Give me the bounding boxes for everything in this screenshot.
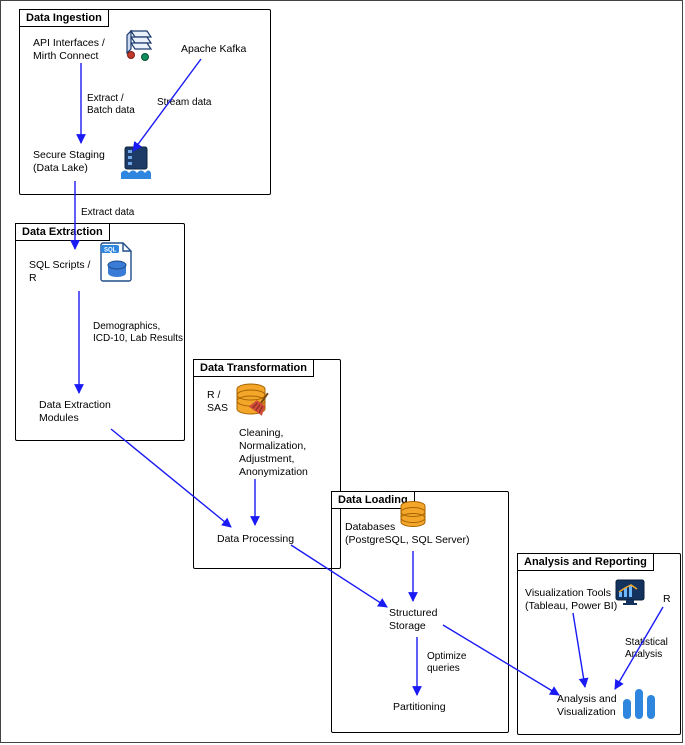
edge-label-extract-data: Extract data (81, 207, 134, 219)
network-stack-icon (121, 27, 157, 66)
edge-label-statistical-analysis: Statistical Analysis (625, 637, 668, 661)
edge-label-optimize-queries: Optimize queries (427, 651, 466, 675)
database-icon (399, 501, 427, 534)
node-partitioning: Partitioning (393, 701, 446, 714)
node-apache-kafka: Apache Kafka (181, 43, 246, 56)
node-r: R (663, 593, 671, 606)
node-api-interfaces: API Interfaces / Mirth Connect (33, 37, 105, 63)
sql-file-icon: SQL (99, 241, 137, 286)
node-structured-storage: Structured Storage (389, 607, 437, 633)
dashboard-chart-icon (615, 579, 645, 610)
edge-label-stream-data: Stream data (157, 97, 211, 109)
group-title: Data Transformation (193, 359, 314, 377)
node-analysis-visualization: Analysis and Visualization (557, 693, 617, 719)
svg-text:SQL: SQL (104, 248, 117, 254)
group-title: Analysis and Reporting (517, 553, 654, 571)
node-secure-staging: Secure Staging (Data Lake) (33, 149, 105, 175)
node-visualization-tools: Visualization Tools (Tableau, Power BI) (525, 587, 617, 613)
group-title: Data Ingestion (19, 9, 109, 27)
server-datalake-icon (119, 145, 153, 184)
edge-label-extract-batch: Extract / Batch data (87, 93, 135, 117)
node-data-processing: Data Processing (217, 533, 294, 546)
database-cleaning-icon (233, 381, 279, 430)
diagram-canvas: Data Ingestion Data Extraction Data Tran… (0, 0, 683, 743)
node-r-sas-sublabel: Cleaning, Normalization, Adjustment, Ano… (239, 427, 308, 480)
node-r-sas: R / SAS (207, 389, 228, 415)
bar-chart-icon (621, 685, 661, 724)
group-title: Data Extraction (15, 223, 110, 241)
node-sql-scripts: SQL Scripts / R (29, 259, 90, 285)
edge-label-demographics: Demographics, ICD-10, Lab Results (93, 321, 183, 345)
node-extraction-modules: Data Extraction Modules (39, 399, 111, 425)
